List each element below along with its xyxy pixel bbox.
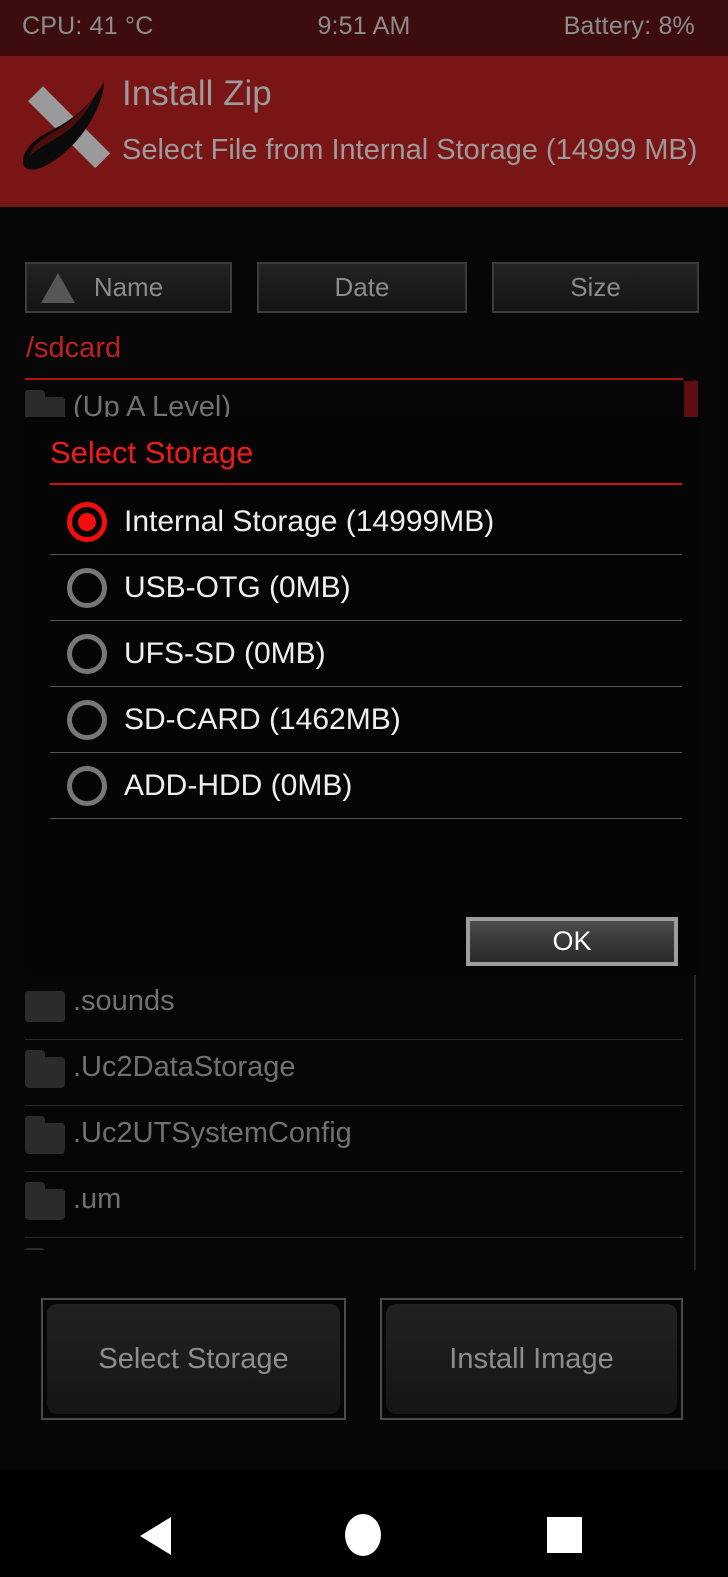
storage-option-label: UFS-SD (0MB) <box>124 637 326 670</box>
folder-icon <box>25 1116 65 1154</box>
folder-icon <box>25 1182 65 1220</box>
radio-unselected-icon <box>67 568 107 608</box>
storage-option-label: ADD-HDD (0MB) <box>124 769 353 802</box>
storage-option-ufs-sd[interactable]: UFS-SD (0MB) <box>50 621 682 687</box>
sort-by-name-button[interactable]: Name <box>25 262 232 313</box>
battery-text: Battery: 8% <box>563 12 695 40</box>
select-storage-button[interactable]: Select Storage <box>41 1298 346 1420</box>
title-bar: Install Zip Select File from Internal St… <box>0 56 728 207</box>
button-inner: Install Image <box>386 1304 677 1414</box>
home-circle-icon[interactable] <box>345 1514 381 1556</box>
radio-unselected-icon <box>67 634 107 674</box>
select-storage-label: Select Storage <box>98 1342 289 1375</box>
row-divider <box>50 818 682 819</box>
install-image-button[interactable]: Install Image <box>380 1298 683 1420</box>
storage-option-label: Internal Storage (14999MB) <box>124 505 495 538</box>
storage-option-usb-otg[interactable]: USB-OTG (0MB) <box>50 555 682 621</box>
file-list-scrollbar-thumb[interactable] <box>684 381 698 421</box>
sort-size-label: Size <box>570 272 621 302</box>
ok-button-label: OK <box>552 926 592 956</box>
page-subtitle: Select File from Internal Storage (14999… <box>122 134 698 166</box>
ok-button[interactable]: OK <box>466 917 678 966</box>
folder-icon <box>25 1050 65 1088</box>
select-storage-dialog: Select Storage Internal Storage (14999MB… <box>25 417 698 975</box>
radio-unselected-icon <box>67 700 107 740</box>
storage-option-internal[interactable]: Internal Storage (14999MB) <box>50 489 682 555</box>
radio-selected-icon <box>67 502 107 542</box>
sort-date-label: Date <box>334 272 390 302</box>
list-item[interactable]: .Uc2UTSystemConfig <box>25 1106 683 1172</box>
twrp-logo-icon <box>22 82 111 170</box>
twrp-recovery-screen: CPU: 41 °C 9:51 AM Battery: 8% Install Z… <box>0 0 728 1577</box>
storage-option-label: USB-OTG (0MB) <box>124 571 351 604</box>
sort-by-size-button[interactable]: Size <box>492 262 699 313</box>
install-image-label: Install Image <box>449 1342 614 1375</box>
button-inner: Select Storage <box>47 1304 340 1414</box>
file-icon <box>25 991 65 1022</box>
storage-option-label: SD-CARD (1462MB) <box>124 703 401 736</box>
file-name: .um <box>73 1183 122 1215</box>
current-path-text: /sdcard <box>26 332 122 364</box>
page-title: Install Zip <box>122 74 272 113</box>
file-name: .Uc2UTSystemConfig <box>73 1117 352 1149</box>
back-triangle-icon[interactable] <box>140 1517 171 1555</box>
file-name: .Uc2DataStorage <box>73 1051 296 1083</box>
list-item[interactable]: .Uc2DataStorage <box>25 1040 683 1106</box>
recents-square-icon[interactable] <box>547 1517 582 1553</box>
storage-option-sd-card[interactable]: SD-CARD (1462MB) <box>50 687 682 753</box>
list-item[interactable]: .sounds <box>25 974 683 1040</box>
sort-by-date-button[interactable]: Date <box>257 262 467 313</box>
sort-ascending-triangle-icon <box>41 272 75 303</box>
list-item[interactable] <box>25 1238 683 1250</box>
file-name: .sounds <box>73 985 175 1017</box>
radio-unselected-icon <box>67 766 107 806</box>
android-nav-bar <box>0 1470 728 1577</box>
dialog-title: Select Storage <box>50 435 254 470</box>
sort-name-label: Name <box>93 272 164 302</box>
storage-option-add-hdd[interactable]: ADD-HDD (0MB) <box>50 753 682 819</box>
dialog-title-divider <box>50 483 682 485</box>
status-bar: CPU: 41 °C 9:51 AM Battery: 8% <box>0 0 728 56</box>
list-item[interactable]: .um <box>25 1172 683 1238</box>
